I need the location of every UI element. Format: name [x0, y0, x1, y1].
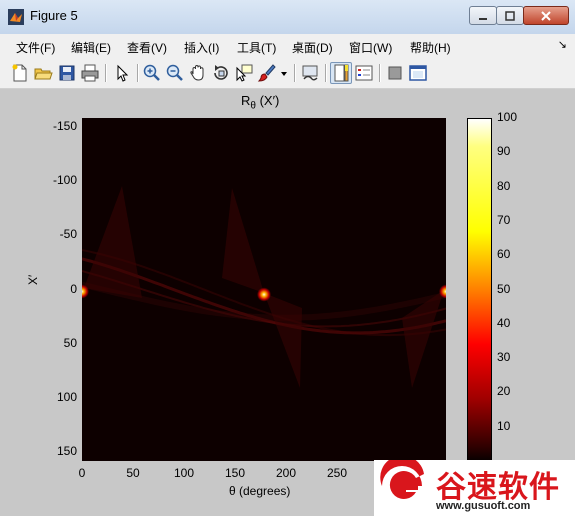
- new-figure-icon: [12, 64, 27, 82]
- show-plot-tools-icon: [409, 65, 427, 81]
- insert-legend-icon: [355, 65, 373, 81]
- data-cursor-icon: [236, 64, 253, 82]
- insert-colorbar-icon: [334, 64, 349, 82]
- data-cursor-button[interactable]: [234, 63, 254, 83]
- colorbar-tick-label: 20: [497, 384, 511, 399]
- new-figure-button[interactable]: [10, 63, 30, 83]
- y-axis-label: X′: [26, 274, 40, 285]
- x-tick-label: 250: [326, 466, 348, 480]
- rotate-3d-icon: [214, 65, 228, 80]
- print-button[interactable]: [80, 63, 100, 83]
- link-plot-button[interactable]: [300, 63, 320, 83]
- colorbar-tick-label: 80: [497, 178, 511, 193]
- heatmap-image: [82, 186, 446, 388]
- y-tick-label: 150: [56, 444, 77, 459]
- colorbar-tick-label: 100: [497, 110, 518, 124]
- colorbar-tick-label: 10: [497, 418, 511, 433]
- print-icon: [81, 64, 99, 82]
- pan-hand-icon: [190, 64, 204, 81]
- edit-plot-arrow-icon: [117, 64, 129, 82]
- zoom-out-icon: [166, 64, 183, 81]
- minimize-icon: [479, 17, 487, 20]
- toolbar-separator: [137, 64, 139, 82]
- watermark-url: www.gusuoft.com: [436, 500, 531, 512]
- insert-colorbar-button[interactable]: [330, 62, 352, 84]
- menu-help[interactable]: 帮助(H): [410, 39, 451, 56]
- pan-button[interactable]: [188, 63, 208, 83]
- colorbar-tick-label: 40: [497, 315, 511, 330]
- colorbar[interactable]: [467, 118, 492, 461]
- link-plot-icon: [302, 65, 318, 81]
- menu-desktop[interactable]: 桌面(D): [292, 39, 333, 56]
- x-tick-label: 50: [126, 466, 140, 480]
- zoom-in-button[interactable]: [142, 63, 162, 83]
- x-tick-label: 100: [173, 466, 195, 480]
- y-tick-label: -50: [59, 227, 77, 242]
- maximize-icon: [505, 10, 515, 21]
- save-button[interactable]: [57, 63, 77, 83]
- show-plot-tools-button[interactable]: [408, 63, 428, 83]
- maximize-button[interactable]: [496, 6, 524, 25]
- matlab-app-icon: [8, 9, 24, 25]
- y-tick-label: 100: [56, 390, 77, 405]
- edit-plot-button[interactable]: [112, 63, 132, 83]
- zoom-in-icon: [143, 64, 160, 81]
- heatmap-axes[interactable]: [82, 118, 446, 461]
- toolbar-separator: [105, 64, 107, 82]
- close-button[interactable]: [523, 6, 569, 25]
- y-tick-label: -150: [52, 118, 77, 133]
- colorbar-tick-label: 30: [497, 350, 511, 365]
- close-icon: [541, 10, 551, 21]
- y-tick-label: 0: [70, 281, 77, 296]
- plot-title: Rθ (X′): [241, 93, 280, 112]
- zoom-out-button[interactable]: [165, 63, 185, 83]
- x-tick-label: 150: [224, 466, 246, 480]
- minimize-button[interactable]: [469, 6, 497, 25]
- brush-dropdown-button[interactable]: [279, 63, 289, 83]
- toolbar-separator: [325, 64, 327, 82]
- save-icon: [59, 65, 75, 81]
- brush-icon: [257, 64, 276, 82]
- brush-button[interactable]: [257, 63, 277, 83]
- edge-artifact: [264, 293, 302, 388]
- menu-file[interactable]: 文件(F): [16, 39, 55, 56]
- window-titlebar: Figure 5: [0, 0, 575, 35]
- menu-tools[interactable]: 工具(T): [237, 39, 276, 56]
- insert-legend-button[interactable]: [354, 63, 374, 83]
- heatmap-peak: [257, 287, 271, 302]
- colorbar-tick-label: 70: [497, 212, 511, 227]
- edge-artifact: [84, 186, 142, 298]
- menu-edit[interactable]: 编辑(E): [71, 39, 111, 56]
- menu-insert[interactable]: 插入(I): [184, 39, 219, 56]
- window-title: Figure 5: [30, 8, 78, 23]
- y-tick-label: -100: [52, 172, 77, 187]
- open-file-icon: [34, 68, 53, 80]
- toolbar: [0, 58, 575, 89]
- brush-dropdown-icon: [281, 72, 287, 76]
- edge-artifact: [222, 188, 264, 293]
- figure-canvas: Rθ (X′) 050100150200250300350 -150-100-5…: [0, 89, 575, 516]
- toolbar-separator: [294, 64, 296, 82]
- x-tick-label: 200: [275, 466, 297, 480]
- open-file-button[interactable]: [33, 63, 53, 83]
- hide-plot-tools-button[interactable]: [385, 63, 405, 83]
- toolbar-separator: [379, 64, 381, 82]
- hide-plot-tools-icon: [388, 66, 402, 80]
- x-axis-label: θ (degrees): [229, 484, 291, 498]
- menu-window[interactable]: 窗口(W): [349, 39, 392, 56]
- menu-view[interactable]: 查看(V): [127, 39, 167, 56]
- rotate-3d-button[interactable]: [211, 63, 231, 83]
- menubar: 文件(F) 编辑(E) 查看(V) 插入(I) 工具(T) 桌面(D) 窗口(W…: [0, 34, 575, 58]
- x-tick-label: 0: [78, 466, 86, 480]
- colorbar-tick-label: 50: [497, 281, 511, 296]
- colorbar-tick-label: 60: [497, 247, 511, 262]
- menu-arrow-icon[interactable]: ↘: [558, 38, 567, 51]
- y-tick-label: 50: [63, 335, 77, 350]
- colorbar-tick-label: 90: [497, 144, 511, 159]
